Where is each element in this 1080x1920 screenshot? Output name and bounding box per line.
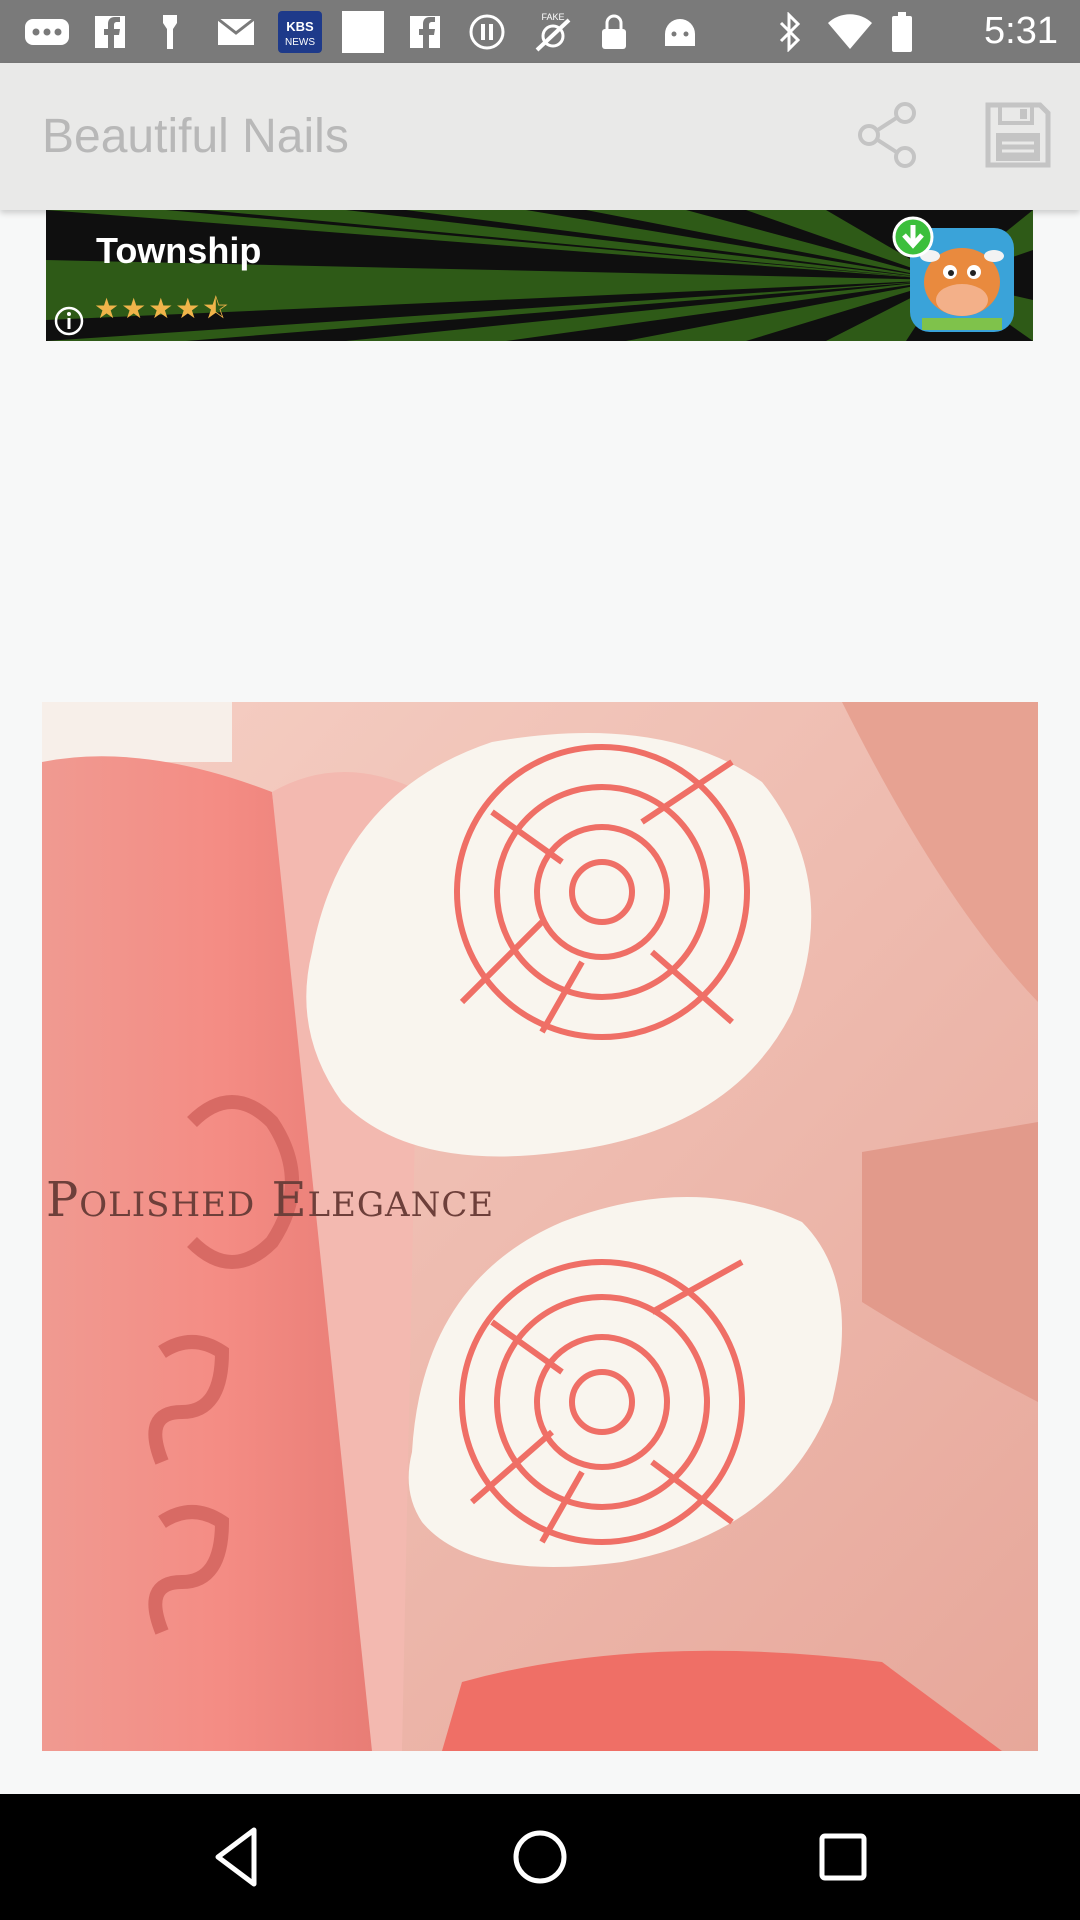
ad-rating-stars: ★★★★⯪ xyxy=(94,292,231,325)
more-icon xyxy=(22,12,72,52)
app-bar: Beautiful Nails xyxy=(0,63,1080,210)
download-arrow-icon xyxy=(892,216,934,258)
recents-button[interactable] xyxy=(808,1822,878,1892)
bluetooth-icon xyxy=(775,12,805,52)
info-icon[interactable] xyxy=(54,306,84,336)
wifi-icon xyxy=(825,12,875,52)
share-icon xyxy=(858,102,916,168)
lock-icon xyxy=(597,12,631,52)
image-caption: Polished Elegance xyxy=(46,1172,495,1228)
save-icon xyxy=(985,102,1051,168)
status-time: 5:31 xyxy=(984,10,1058,52)
nail-art-photo[interactable]: Polished Elegance xyxy=(42,702,1038,1751)
facebook-icon xyxy=(90,12,130,52)
svg-text:FAKE: FAKE xyxy=(541,12,564,22)
recents-icon xyxy=(819,1833,867,1881)
fake-gps-icon: FAKE xyxy=(530,12,576,52)
share-button[interactable] xyxy=(852,99,924,171)
app-title: Beautiful Nails xyxy=(42,110,349,163)
navigation-bar xyxy=(0,1794,1080,1920)
facebook-icon xyxy=(405,12,445,52)
home-button[interactable] xyxy=(505,1822,575,1892)
battery-icon xyxy=(887,12,917,52)
ad-banner[interactable]: Township ★★★★⯪ xyxy=(46,210,1033,341)
flash-icon xyxy=(155,12,185,52)
svg-text:KBS: KBS xyxy=(286,19,314,34)
pause-icon xyxy=(467,12,507,52)
mail-icon xyxy=(216,12,256,52)
back-icon xyxy=(215,1827,257,1887)
android-icon xyxy=(660,12,700,52)
svg-text:NEWS: NEWS xyxy=(285,37,315,48)
status-bar: KBS NEWS FAKE 5:31 xyxy=(0,0,1080,63)
home-icon xyxy=(513,1830,567,1884)
save-button[interactable] xyxy=(982,99,1054,171)
blank-notification-icon xyxy=(340,11,386,53)
kbs-news-icon: KBS NEWS xyxy=(277,11,323,53)
back-button[interactable] xyxy=(202,1822,272,1892)
ad-title: Township xyxy=(96,230,262,271)
